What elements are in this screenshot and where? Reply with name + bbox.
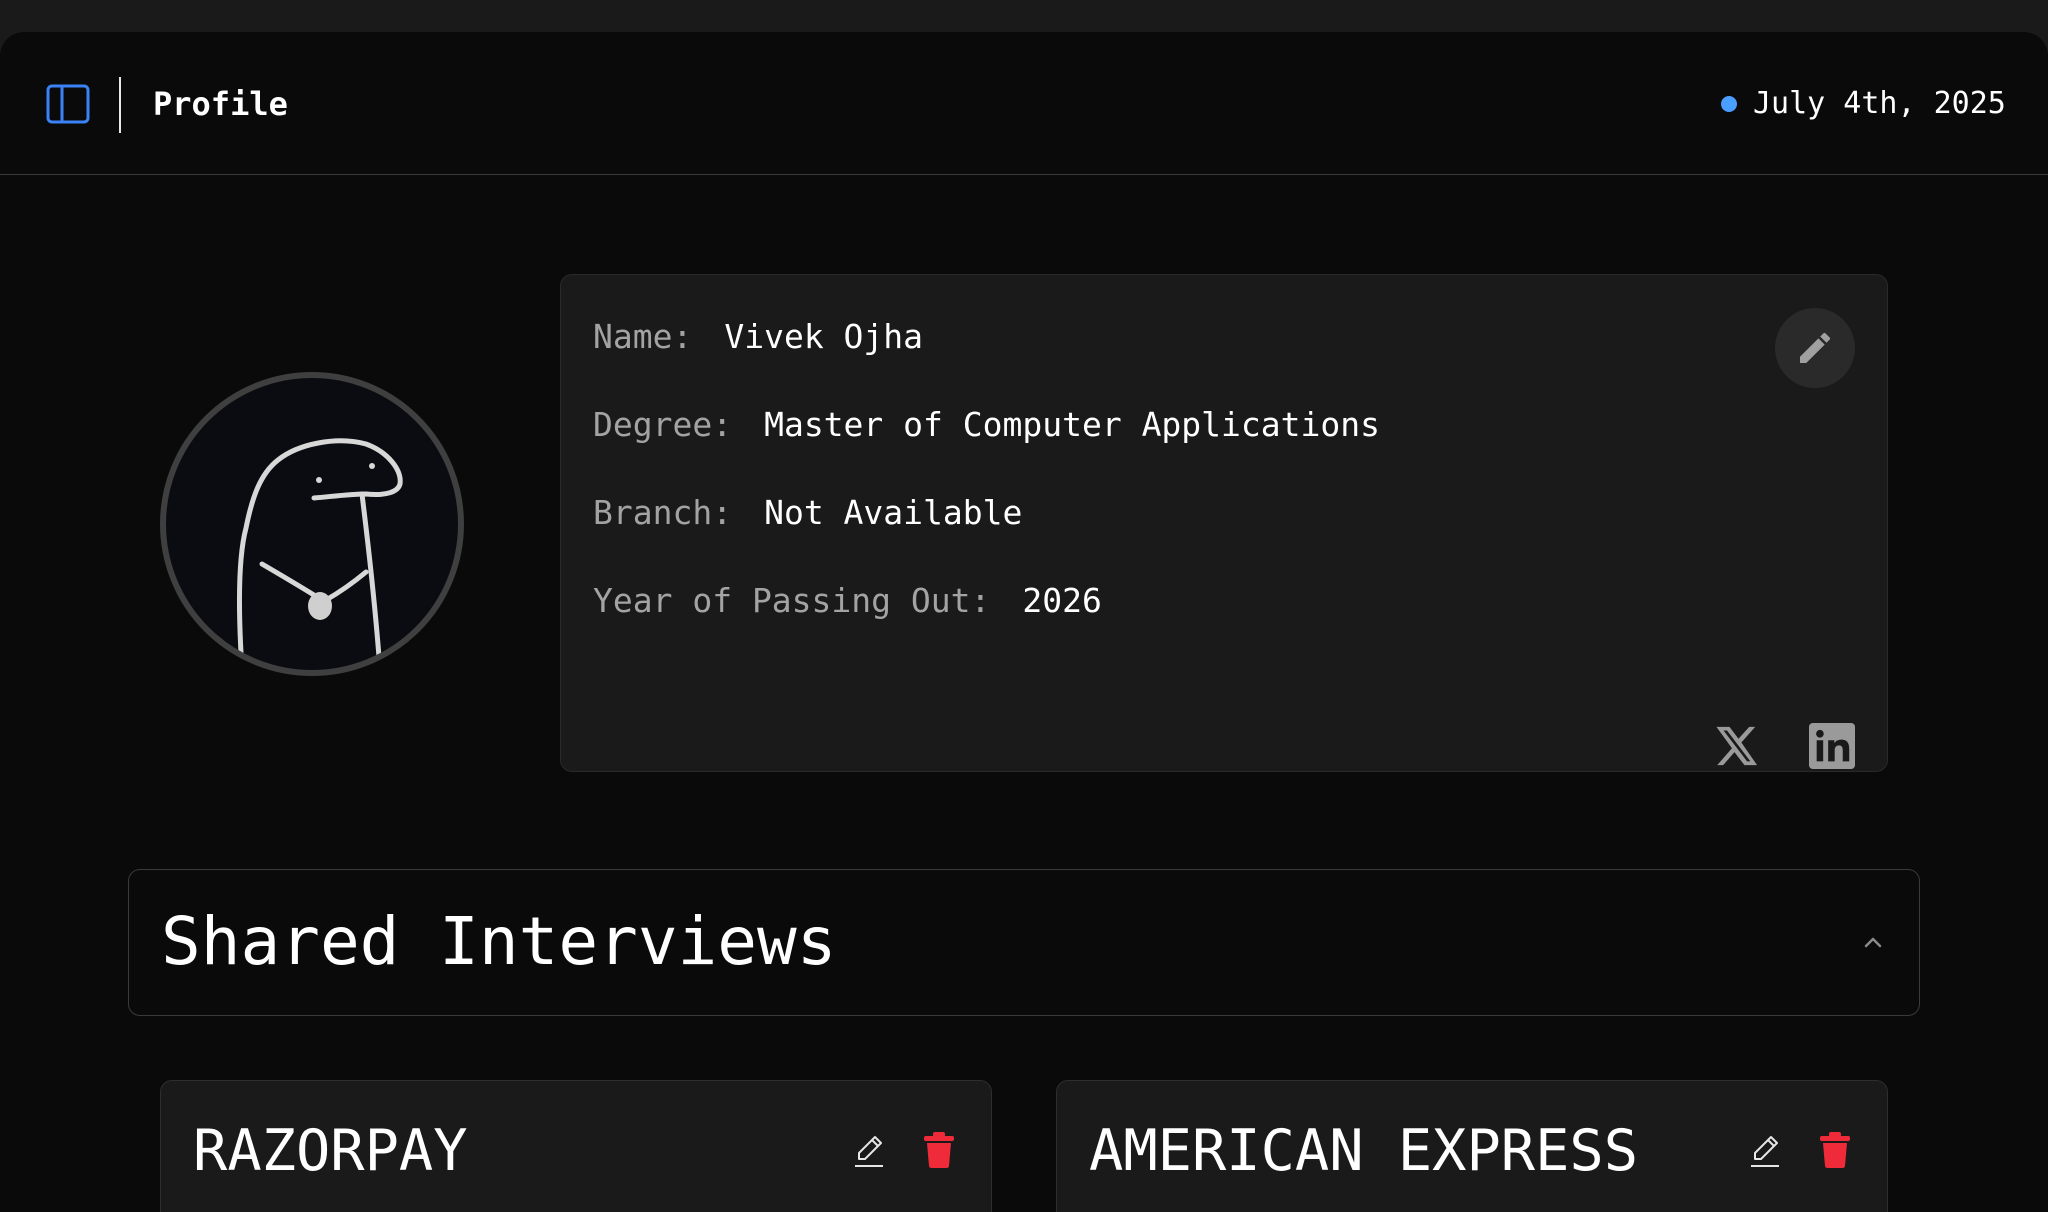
trash-icon xyxy=(924,1132,954,1168)
degree-label: Degree: xyxy=(593,405,733,444)
linkedin-social-link[interactable] xyxy=(1809,723,1855,769)
degree-value: Master of Computer Applications xyxy=(764,405,1380,444)
header-divider xyxy=(119,77,121,133)
interview-card[interactable]: AMERICAN EXPRESS xyxy=(1056,1080,1888,1212)
sidebar-panel-icon xyxy=(46,84,90,124)
year-of-passing-label: Year of Passing Out: xyxy=(593,581,991,620)
app-window: Profile July 4th, 2025 Name: Vivek Ojha D… xyxy=(0,32,2048,1212)
chevron-up-icon xyxy=(1864,937,1882,948)
year-of-passing-row: Year of Passing Out: 2026 xyxy=(593,579,1102,623)
year-of-passing-value: 2026 xyxy=(1022,581,1102,620)
sidebar-toggle-button[interactable] xyxy=(46,84,90,124)
status-dot xyxy=(1721,96,1737,112)
name-row: Name: Vivek Ojha xyxy=(593,315,923,359)
pencil-icon xyxy=(1751,1136,1779,1167)
branch-value: Not Available xyxy=(764,493,1023,532)
header-date: July 4th, 2025 xyxy=(1753,86,2006,121)
branch-row: Branch: Not Available xyxy=(593,491,1022,535)
edit-profile-button[interactable] xyxy=(1775,308,1855,388)
company-name: RAZORPAY xyxy=(193,1118,468,1184)
edit-interview-button[interactable] xyxy=(1747,1133,1783,1169)
pencil-icon xyxy=(1800,332,1831,363)
linkedin-icon xyxy=(1809,723,1855,769)
branch-label: Branch: xyxy=(593,493,733,532)
company-name: AMERICAN EXPRESS xyxy=(1089,1118,1639,1184)
delete-interview-button[interactable] xyxy=(1819,1131,1851,1169)
shared-interviews-section: Shared Interviews xyxy=(128,869,1920,1016)
trash-icon xyxy=(1820,1132,1850,1168)
degree-row: Degree: Master of Computer Applications xyxy=(593,403,1380,447)
edit-interview-button[interactable] xyxy=(851,1133,887,1169)
top-bar: Profile July 4th, 2025 xyxy=(0,32,2048,175)
avatar-doodle-image xyxy=(236,438,403,670)
x-icon xyxy=(1716,726,1758,766)
profile-card: Name: Vivek Ojha Degree: Master of Compute… xyxy=(560,274,1888,772)
delete-interview-button[interactable] xyxy=(923,1131,955,1169)
collapse-section-button[interactable] xyxy=(1857,926,1889,958)
section-title: Shared Interviews xyxy=(161,903,837,980)
avatar xyxy=(160,372,464,676)
page-title: Profile xyxy=(153,85,288,123)
x-social-link[interactable] xyxy=(1713,723,1759,769)
interview-card[interactable]: RAZORPAY xyxy=(160,1080,992,1212)
name-label: Name: xyxy=(593,317,693,356)
pencil-icon xyxy=(855,1136,883,1167)
name-value: Vivek Ojha xyxy=(724,317,924,356)
